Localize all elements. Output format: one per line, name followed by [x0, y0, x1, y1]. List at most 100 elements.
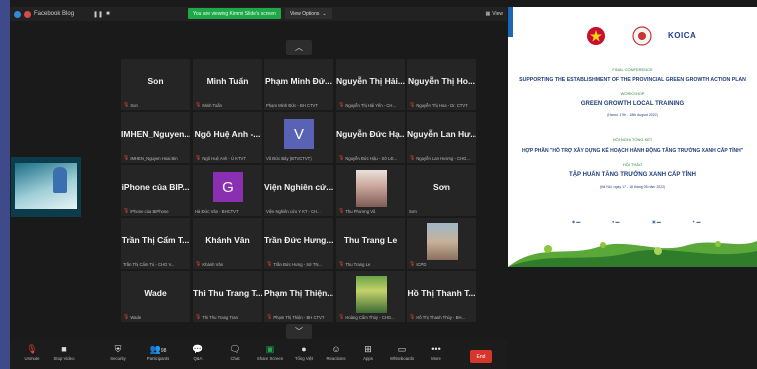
participant-subname: Trần Đức Hưng - Sở TN... [273, 261, 322, 267]
participant-label: Viện Nghiên cứu Y KT - CH... [266, 209, 332, 214]
viewing-screen-banner: You are viewing Kimmi Slide's screen [188, 8, 281, 19]
participant-subname: Thu Phương Vũ [345, 208, 376, 214]
top-left-controls: Facebook Blog ❚❚ ■ [14, 8, 110, 20]
mic-muted-icon: 🎙 [338, 155, 345, 161]
slide-line-9: TẬP HUẤN TĂNG TRƯỞNG XANH CẤP TỈNH [569, 172, 696, 178]
participant-label: Vũ Đức Bảy (BTVCTVT) [266, 156, 332, 161]
participant-tile[interactable]: Phạm Minh Đứ... Phạm Minh Đức - BH CTVT [264, 59, 333, 110]
participant-name: Wade [144, 288, 167, 298]
participant-subname: Nguyễn Thị Hải Yến - CH... [345, 102, 396, 108]
participant-label: 🎙 IMHEN_Nguyen Hoai Bin [123, 155, 189, 161]
participant-label: 🎙 Nguyễn Lan Hương - CHG... [409, 155, 475, 161]
participant-tile[interactable]: Khánh Vân 🎙 Khánh Vân [193, 218, 262, 269]
participant-name: Nguyễn Thị Hải... [336, 76, 405, 86]
participant-tile[interactable]: Phạm Thị Thiện... 🎙 Phạm Thị Thiện - BH C… [264, 271, 333, 322]
participant-label: 🎙 Trần Đức Hưng - Sở TN... [266, 261, 332, 267]
record-icon: ● [301, 344, 307, 354]
stop-video-button[interactable]: ■ Stop Video [42, 343, 86, 369]
participants-button[interactable]: 👥98 Participants [136, 343, 180, 369]
participant-subname: Khánh Vân [202, 261, 224, 267]
gallery-page-up-button[interactable]: ︿ [286, 40, 312, 55]
participant-tile[interactable]: G Hà Đức Văn - BHCTVT [193, 165, 262, 216]
participant-label: 🎙 Hoàng Cẩm Thủy - CHG... [338, 314, 404, 320]
mic-muted-icon: 🎙 [409, 155, 416, 161]
slide-line-6: HỘI NGHỊ TỔNG KẾT [612, 137, 653, 142]
participant-tile[interactable]: IMHEN_Nguyen... 🎙 IMHEN_Nguyen Hoai Bin [121, 112, 190, 163]
participant-tile[interactable]: Nguyễn Lan Hư... 🎙 Nguyễn Lan Hương - CHG… [407, 112, 476, 163]
pause-icon[interactable]: ❚❚ [93, 11, 103, 18]
top-bar: Facebook Blog ❚❚ ■ You are viewing Kimmi… [10, 7, 507, 21]
participant-tile[interactable]: iPhone của BIP... 🎙 iPhone của BIPhone [121, 165, 190, 216]
reactions-label: Reactions [326, 356, 346, 361]
view-button[interactable]: ▦ View [486, 8, 503, 19]
participant-subname: Ngô Huệ Anh - Ủ KTVT [202, 155, 246, 161]
participant-subname: Minh Tuấn [202, 102, 222, 108]
participant-photo [427, 223, 458, 260]
whiteboard-icon: ▭ [397, 344, 407, 354]
share-screen-label: Share Screen [256, 356, 284, 361]
participant-subname: Phạm Minh Đức - BH CTVT [266, 103, 318, 108]
participant-tile[interactable]: Nguyễn Thị Ho... 🎙 Nguyễn Thị Hoa - Dr. C… [407, 59, 476, 110]
mic-muted-icon: 🎙 [123, 102, 130, 108]
participant-tile[interactable]: Son 🎙 Son [121, 59, 190, 110]
participant-subname: Hoàng Cẩm Thủy - CHG... [345, 314, 395, 320]
participant-tile[interactable]: Ngô Huệ Anh -... 🎙 Ngô Huệ Anh - Ủ KTVT [193, 112, 262, 163]
participant-tile[interactable]: Viện Nghiên cứ... Viện Nghiên cứu Y KT -… [264, 165, 333, 216]
participant-subname: Nguyễn Thị Hoa - Dr. CTVT [416, 102, 468, 108]
participant-tile[interactable]: 🎙 Hoàng Cẩm Thủy - CHG... [336, 271, 405, 322]
participant-tile[interactable]: Thi Thu Trang T... 🎙 Thi Thu Trang Tran [193, 271, 262, 322]
security-button[interactable]: ⛨ Security [96, 343, 140, 369]
chat-icon: 🗨 [229, 344, 241, 354]
participant-name: Khánh Vân [205, 235, 250, 245]
recording-icon[interactable] [24, 10, 31, 18]
participant-photo [356, 276, 387, 313]
view-options-button[interactable]: View Options ⌄ [285, 8, 332, 19]
participant-label: Sơn [409, 209, 475, 214]
participant-tile[interactable]: Hồ Thị Thanh T... 🎙 Hồ Thị Thanh Thủy - B… [407, 271, 476, 322]
gallery-page-down-button[interactable]: ﹀ [286, 324, 312, 339]
qa-icon: 💬 [192, 344, 204, 354]
participant-subname: Hồ Thị Thanh Thủy - BH... [416, 314, 466, 320]
participant-subname: iPhone của BIPhone [130, 208, 169, 214]
slide-foliage-decoration [508, 241, 757, 267]
smiley-icon: ☺ [331, 344, 341, 354]
participant-tile[interactable]: Wade 🎙 Wade [121, 271, 190, 322]
participant-subname: Nguyễn Lan Hương - CHG... [416, 155, 470, 161]
participant-tile[interactable]: 🎙 Thu Phương Vũ [336, 165, 405, 216]
host-name: Facebook Blog [34, 11, 75, 17]
partner-logo [632, 26, 652, 46]
participant-tile[interactable]: Minh Tuấn 🎙 Minh Tuấn [193, 59, 262, 110]
left-edge-strip [0, 0, 10, 369]
participant-tile[interactable]: V Vũ Đức Bảy (BTVCTVT) [264, 112, 333, 163]
mic-muted-icon: 🎙 [195, 102, 202, 108]
security-label: Security [110, 356, 126, 361]
more-button[interactable]: ••• More [414, 343, 458, 369]
participant-tile[interactable]: Nguyễn Thị Hải... 🎙 Nguyễn Thị Hải Yến - … [336, 59, 405, 110]
participant-label: 🎙 Nguyễn Thị Hải Yến - CH... [338, 102, 404, 108]
qa-label: Q&A [193, 356, 203, 361]
participant-tile[interactable]: Nguyễn Đức Hạ... 🎙 Nguyễn Đức Hậu - Sở LĐ… [336, 112, 405, 163]
participant-label: 🎙 Wade [123, 314, 189, 320]
participant-subname: Hà Đức Văn - BHCTVT [195, 209, 239, 214]
participant-subname: ICPD [416, 261, 427, 267]
participant-label: 🎙 Son [123, 102, 189, 108]
participant-tile[interactable]: Trần Đức Hưng... 🎙 Trần Đức Hưng - Sở TN.… [264, 218, 333, 269]
participant-subname: Nguyễn Đức Hậu - Sở LĐ... [345, 155, 397, 161]
apps-label: Apps [363, 356, 373, 361]
participant-tile[interactable]: 🎙 ICPD [407, 218, 476, 269]
mic-muted-icon: 🎙 [123, 314, 130, 320]
participant-tile[interactable]: Sơn Sơn [407, 165, 476, 216]
participant-name: Son [147, 76, 164, 86]
end-meeting-button[interactable]: End [470, 350, 492, 363]
participant-tile[interactable]: Thu Trang Le 🎙 Thu Trang Le [336, 218, 405, 269]
shield-icon[interactable] [14, 10, 21, 18]
microphone-muted-icon: 🎙 [26, 344, 38, 354]
participant-name: Thi Thu Trang T... [193, 288, 262, 298]
view-label: View [492, 10, 503, 17]
participant-label: 🎙 Nguyễn Đức Hậu - Sở LĐ... [338, 155, 404, 161]
participant-subname: Trần Thị Cẩm Tú - CHG V... [123, 262, 175, 267]
stop-icon[interactable]: ■ [106, 11, 110, 17]
participant-tile[interactable]: Trần Thị Cẩm T... Trần Thị Cẩm Tú - CHG … [121, 218, 190, 269]
participant-label: 🎙 Nguyễn Thị Hoa - Dr. CTVT [409, 102, 475, 108]
shared-screen-thumbnail[interactable] [11, 157, 81, 217]
